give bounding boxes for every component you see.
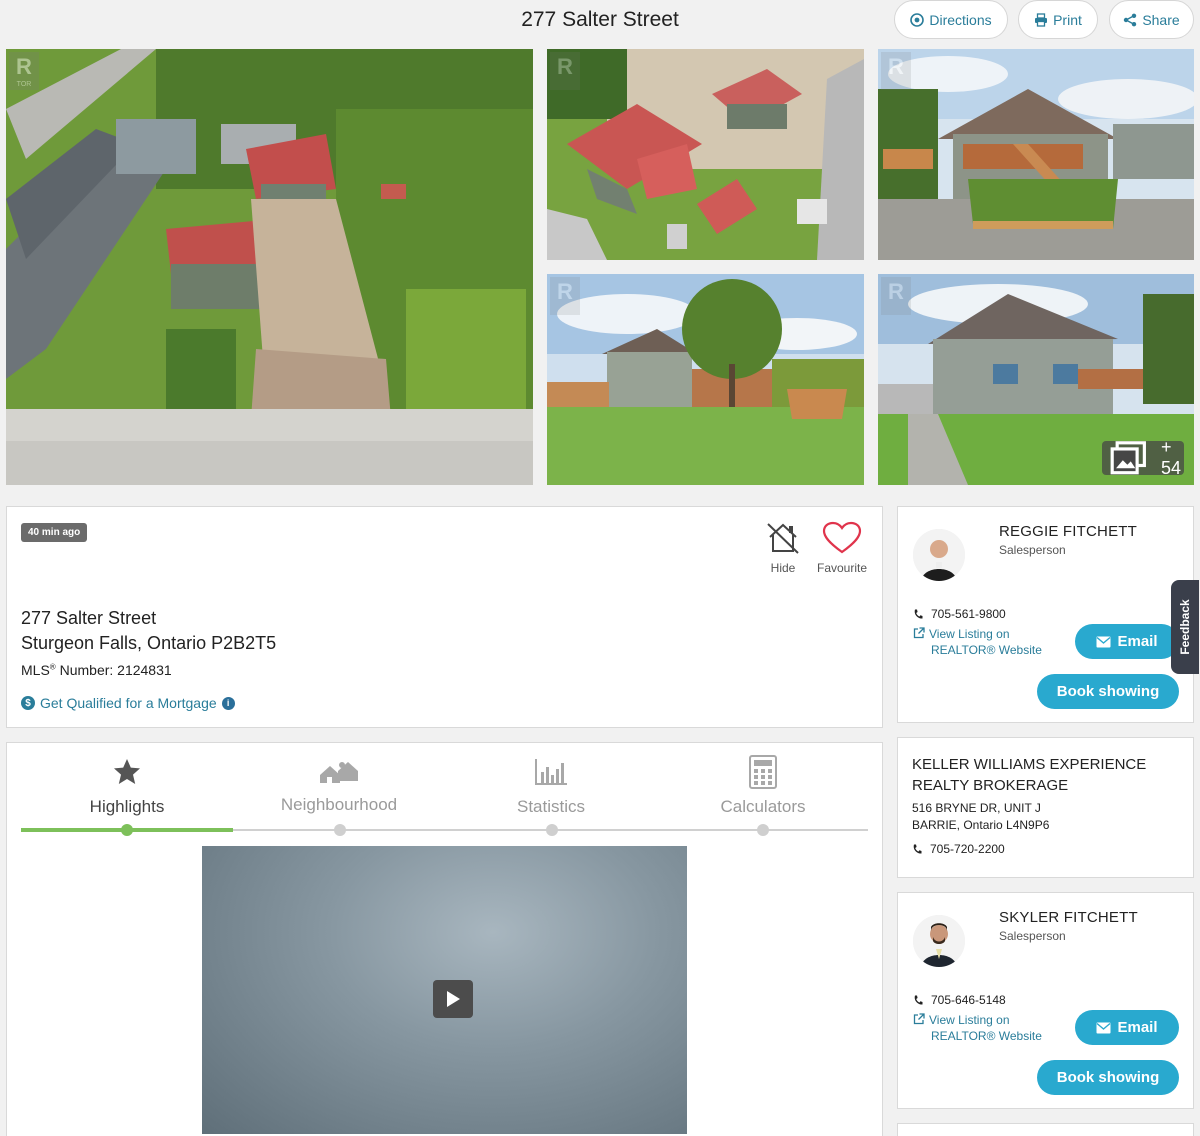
- agent-card-2: SKYLER FITCHETT Salesperson 705-646-5148…: [897, 892, 1194, 1109]
- realtor-watermark: R: [550, 277, 580, 315]
- next-card-edge: [897, 1123, 1194, 1136]
- listing-summary-card: 40 min ago Hide Favourite 277 Salter Str…: [6, 506, 883, 728]
- view-listing-link[interactable]: View Listing on REALTOR® Website: [913, 626, 1043, 658]
- gallery-icon: [1110, 441, 1146, 475]
- mls-number: MLS® Number: 2124831: [21, 662, 172, 678]
- dollar-icon: $: [21, 696, 35, 710]
- share-button[interactable]: Share: [1109, 0, 1194, 39]
- agent-phone[interactable]: 705-646-5148: [913, 993, 1006, 1007]
- aerial-close-photo-image: [547, 49, 864, 260]
- tab-highlights-label: Highlights: [89, 797, 165, 816]
- agent-name: SKYLER FITCHETT: [999, 909, 1138, 926]
- play-icon: [447, 991, 460, 1007]
- favourite-label: Favourite: [816, 561, 868, 575]
- neighbourhood-icon: [320, 762, 358, 783]
- tab-calculators-label: Calculators: [720, 797, 806, 816]
- view-listing-link[interactable]: View Listing on REALTOR® Website: [913, 1012, 1043, 1044]
- tab-neighbourhood-label: Neighbourhood: [280, 795, 398, 814]
- agent-role: Salesperson: [999, 543, 1066, 557]
- tab-highlights[interactable]: Highlights: [21, 755, 233, 817]
- heart-icon: [822, 521, 862, 554]
- email-button[interactable]: Email: [1075, 624, 1179, 659]
- envelope-icon: [1096, 636, 1111, 647]
- star-icon: [114, 759, 140, 784]
- envelope-icon: [1096, 1022, 1111, 1033]
- hide-label: Hide: [770, 561, 796, 575]
- street-address: 277 Salter Street: [21, 608, 157, 628]
- brokerage-name: KELLER WILLIAMS EXPERIENCE REALTY BROKERA…: [912, 756, 1147, 794]
- listing-age-badge: 40 min ago: [21, 523, 88, 542]
- realtor-watermark: R TOR: [9, 52, 39, 90]
- photo-aerial-close[interactable]: R: [547, 49, 864, 260]
- share-label: Share: [1142, 11, 1180, 28]
- compass-icon: [910, 12, 925, 27]
- hide-house-icon: [767, 523, 799, 554]
- book-showing-button[interactable]: Book showing: [1037, 674, 1179, 709]
- city-province-postal: Sturgeon Falls, Ontario P2B2T5: [21, 633, 277, 653]
- photo-rear-deck[interactable]: R: [878, 49, 1194, 260]
- backyard-photo-image: [547, 274, 864, 485]
- printer-icon: [1035, 12, 1048, 27]
- tab-neighbourhood[interactable]: Neighbourhood: [233, 755, 445, 815]
- phone-icon: [914, 995, 923, 1005]
- bar-chart-icon: [535, 759, 567, 785]
- feedback-tab[interactable]: Feedback: [1171, 580, 1199, 674]
- brokerage-card: KELLER WILLIAMS EXPERIENCE REALTY BROKERA…: [897, 737, 1194, 878]
- print-label: Print: [1053, 11, 1082, 28]
- agent-role: Salesperson: [999, 929, 1066, 943]
- calculator-icon: [749, 755, 777, 789]
- info-icon[interactable]: i: [221, 696, 235, 710]
- agent-avatar: [913, 529, 965, 581]
- phone-icon: [914, 609, 923, 619]
- directions-button[interactable]: Directions: [894, 0, 1008, 39]
- realtor-watermark: R: [550, 52, 580, 90]
- tab-statistics-label: Statistics: [516, 797, 586, 816]
- realtor-watermark: R: [881, 52, 911, 90]
- brokerage-address: 516 BRYNE DR, UNIT J BARRIE, Ontario L4N9…: [912, 801, 1050, 832]
- agent-phone[interactable]: 705-561-9800: [913, 607, 1006, 621]
- agent-avatar: [913, 915, 965, 967]
- hide-button[interactable]: Hide: [753, 521, 813, 575]
- aerial-photo-image: [6, 49, 533, 485]
- directions-label: Directions: [929, 11, 992, 28]
- share-icon: [1124, 13, 1137, 26]
- play-button[interactable]: [433, 980, 473, 1018]
- print-button[interactable]: Print: [1018, 0, 1098, 39]
- feedback-label: Feedback: [1178, 599, 1192, 655]
- email-button[interactable]: Email: [1075, 1010, 1179, 1045]
- favourite-button[interactable]: Favourite: [812, 521, 872, 575]
- realtor-watermark: R: [881, 277, 911, 315]
- photo-backyard[interactable]: R: [547, 274, 864, 485]
- tab-dot-neighbourhood[interactable]: [334, 824, 346, 836]
- tab-dot-statistics[interactable]: [546, 824, 558, 836]
- book-showing-button[interactable]: Book showing: [1037, 1060, 1179, 1095]
- main-photo-aerial[interactable]: R TOR: [6, 49, 533, 485]
- phone-icon: [913, 844, 922, 854]
- tab-calculators[interactable]: Calculators: [657, 755, 869, 817]
- photo-side-view[interactable]: R + 54: [878, 274, 1194, 485]
- agent-card-1: REGGIE FITCHETT Salesperson 705-561-9800…: [897, 506, 1194, 723]
- external-link-icon: [913, 1013, 925, 1025]
- mortgage-link[interactable]: $ Get Qualified for a Mortgage i: [21, 695, 235, 711]
- tab-statistics[interactable]: Statistics: [445, 755, 657, 817]
- details-tabs-card: Highlights Neighbourhood Statistics Calc…: [6, 742, 883, 1136]
- brokerage-phone[interactable]: 705-720-2200: [912, 842, 1005, 856]
- rear-deck-photo-image: [878, 49, 1194, 260]
- video-player[interactable]: [202, 846, 687, 1134]
- external-link-icon: [913, 627, 925, 639]
- mortgage-link-label: Get Qualified for a Mortgage: [40, 695, 217, 711]
- tab-dot-highlights[interactable]: [121, 824, 133, 836]
- more-photos-count: + 54: [1161, 437, 1182, 478]
- agent-name: REGGIE FITCHETT: [999, 523, 1137, 540]
- more-photos-button[interactable]: + 54: [1102, 437, 1184, 478]
- tab-dot-calculators[interactable]: [757, 824, 769, 836]
